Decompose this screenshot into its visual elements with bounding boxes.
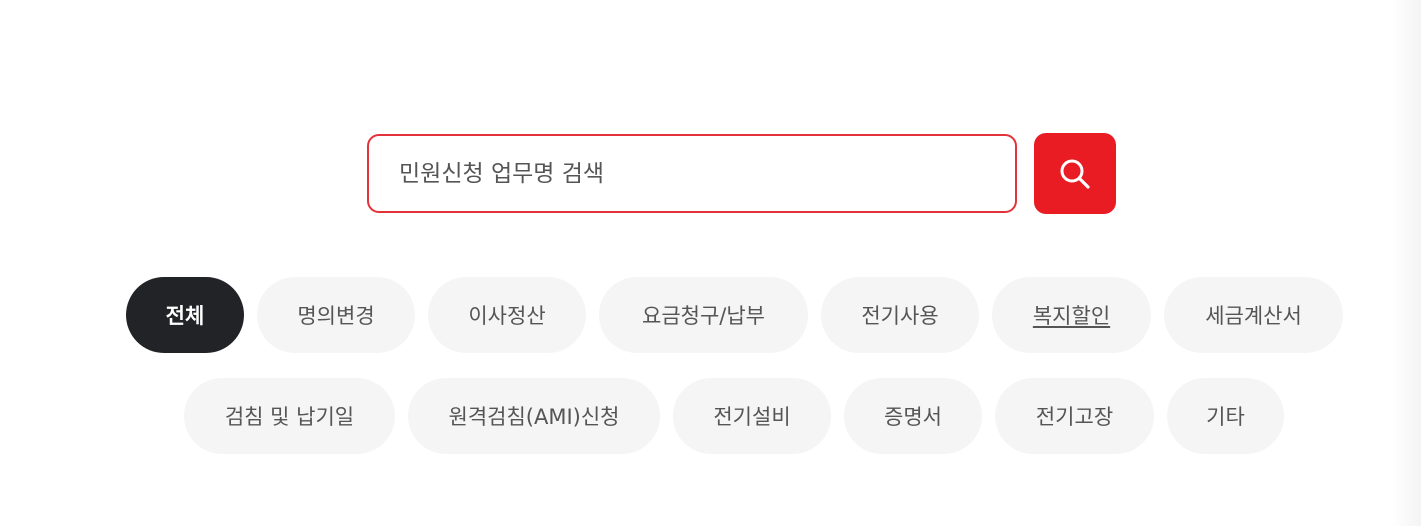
filter-chip-label: 전기고장 (1035, 405, 1114, 429)
filter-chip-name-change[interactable]: 명의변경 (257, 277, 415, 353)
filter-chip-label: 전체 (165, 304, 205, 328)
filter-chip-label: 세금계산서 (1205, 304, 1302, 328)
filter-chip-welfare-discount[interactable]: 복지할인 (992, 277, 1151, 353)
filter-chip-label: 전기사용 (861, 304, 939, 328)
filter-chip-tax-invoice[interactable]: 세금계산서 (1164, 277, 1343, 353)
filter-chip-label: 증명서 (884, 405, 942, 429)
page-edge-shadow (1391, 0, 1421, 526)
filter-chip-other[interactable]: 기타 (1167, 378, 1284, 454)
filter-chip-label: 명의변경 (297, 304, 375, 328)
filter-chip-label: 이사정산 (468, 304, 546, 328)
filter-chip-meter-reading-due-date[interactable]: 검침 및 납기일 (184, 378, 395, 454)
filter-chip-billing-payment[interactable]: 요금청구/납부 (599, 277, 808, 353)
filter-chip-power-failure[interactable]: 전기고장 (995, 378, 1154, 454)
filter-chip-all[interactable]: 전체 (126, 277, 244, 353)
search-button[interactable] (1034, 133, 1116, 214)
filter-chip-moving-settlement[interactable]: 이사정산 (428, 277, 586, 353)
filter-chip-electrical-equipment[interactable]: 전기설비 (673, 378, 831, 454)
filter-chip-label: 검침 및 납기일 (224, 405, 355, 429)
search-input[interactable] (367, 134, 1017, 213)
filter-chip-electricity-use[interactable]: 전기사용 (821, 277, 979, 353)
filter-chip-certificate[interactable]: 증명서 (844, 378, 982, 454)
filter-chip-ami-request[interactable]: 원격검침(AMI)신청 (408, 378, 660, 454)
filter-chip-label: 원격검침(AMI)신청 (448, 405, 620, 429)
filter-chip-label: 전기설비 (713, 405, 791, 429)
filter-chip-label: 요금청구/납부 (642, 304, 765, 328)
filter-chip-label: 기타 (1206, 405, 1245, 429)
search-icon (1060, 159, 1090, 189)
filter-chip-label: 복지할인 (1032, 304, 1111, 328)
